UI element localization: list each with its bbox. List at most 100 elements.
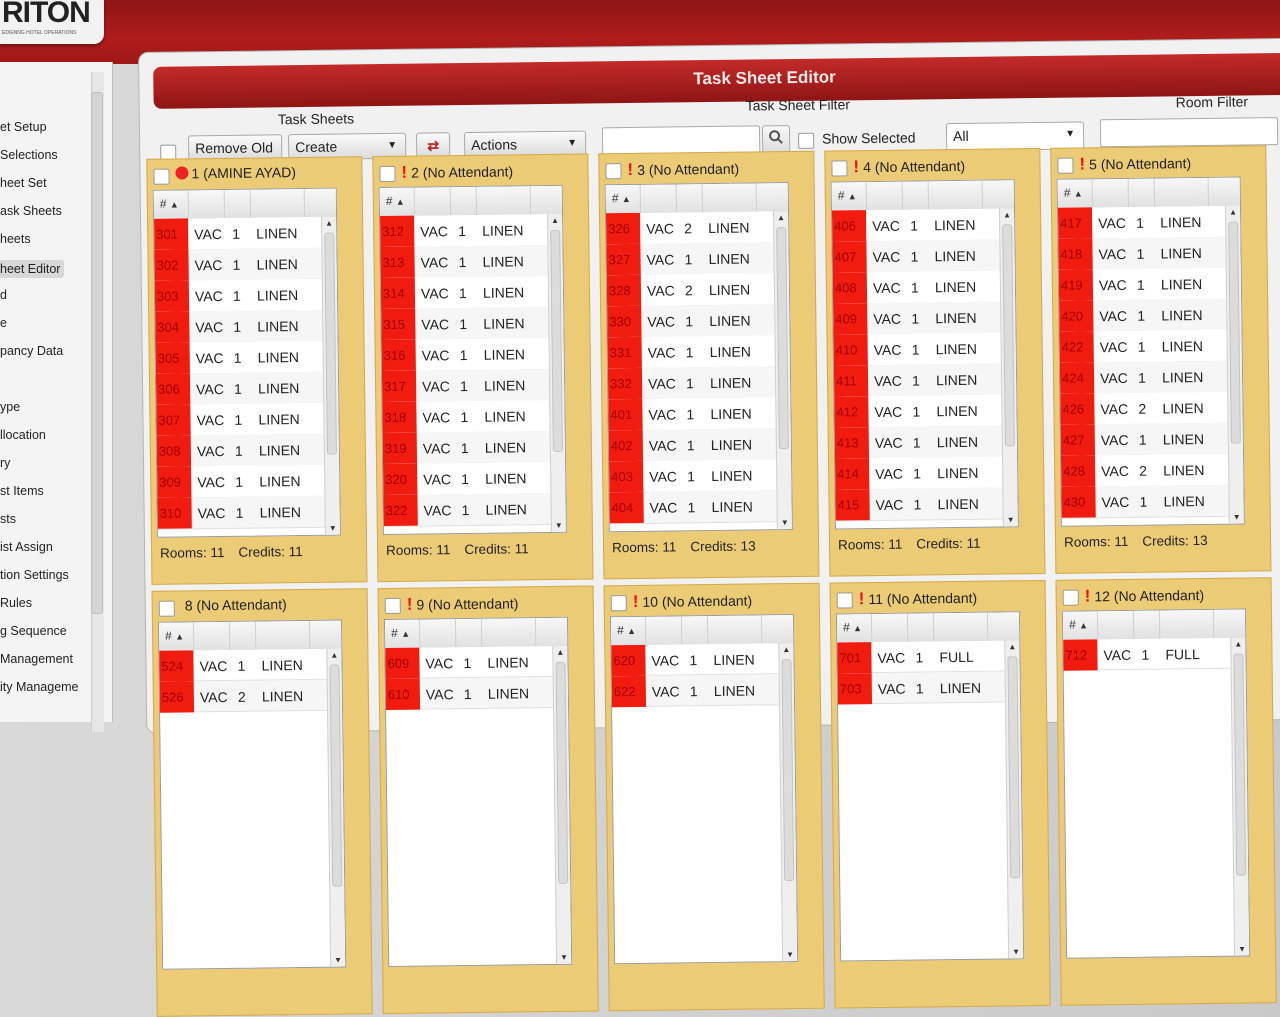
room-row[interactable]: 314 VAC 1 LINEN (380, 275, 550, 311)
grid-scrollbar[interactable]: ▲ ▼ (326, 648, 346, 967)
room-row[interactable]: 331 VAC 1 LINEN (607, 335, 776, 370)
room-row[interactable]: 417 VAC 1 LINEN (1057, 205, 1227, 240)
room-row[interactable]: 307 VAC 1 LINEN (156, 402, 325, 437)
sidebar-item[interactable]: Management (0, 652, 73, 666)
room-row[interactable]: 327 VAC 1 LINEN (606, 242, 775, 277)
grid-scroll-thumb[interactable] (329, 664, 343, 887)
room-row[interactable]: 428 VAC 2 LINEN (1061, 453, 1230, 488)
scroll-down-icon[interactable]: ▼ (781, 518, 789, 527)
sidebar-item[interactable]: Rules (0, 596, 32, 610)
scroll-down-icon[interactable]: ▼ (1012, 947, 1020, 956)
sidebar-scroll-thumb[interactable] (91, 92, 103, 614)
task-sheet-checkbox[interactable] (605, 163, 622, 180)
room-row[interactable]: 412 VAC 1 LINEN (834, 394, 1003, 429)
room-row[interactable]: 524 VAC 1 LINEN (159, 648, 328, 682)
grid-scrollbar[interactable]: ▲ ▼ (778, 643, 798, 962)
room-number-column-header[interactable]: # ▲ (1064, 185, 1083, 200)
grid-scroll-thumb[interactable] (555, 661, 569, 884)
room-number-column-header[interactable]: # ▲ (391, 626, 410, 640)
room-row[interactable]: 332 VAC 1 LINEN (607, 366, 777, 401)
scroll-down-icon[interactable]: ▼ (555, 521, 563, 530)
task-sheet-checkbox[interactable] (610, 595, 627, 612)
sidebar-item[interactable]: g Sequence (0, 624, 67, 638)
scroll-up-icon[interactable]: ▲ (1234, 640, 1242, 649)
room-row[interactable]: 526 VAC 2 LINEN (159, 679, 329, 713)
room-row[interactable]: 309 VAC 1 LINEN (157, 464, 326, 499)
room-row[interactable]: 403 VAC 1 LINEN (609, 459, 778, 494)
grid-scroll-thumb[interactable] (550, 229, 563, 452)
room-row[interactable]: 415 VAC 1 LINEN (835, 487, 1004, 522)
task-sheet-checkbox[interactable] (836, 592, 853, 609)
task-sheet-checkbox[interactable] (153, 168, 170, 185)
room-row[interactable]: 322 VAC 1 LINEN (383, 492, 552, 528)
room-row[interactable]: 414 VAC 1 LINEN (835, 456, 1004, 491)
task-sheet-checkbox[interactable] (1062, 589, 1079, 606)
sidebar-item[interactable]: llocation (0, 428, 46, 442)
search-icon[interactable] (761, 125, 791, 154)
room-row[interactable]: 413 VAC 1 LINEN (834, 425, 1004, 460)
grid-scrollbar[interactable]: ▲ ▼ (772, 211, 792, 530)
sidebar-item[interactable]: e (0, 316, 7, 330)
filter-select[interactable]: All ▼ (945, 121, 1085, 152)
room-row[interactable]: 408 VAC 1 LINEN (832, 270, 1002, 305)
sidebar-item[interactable]: sts (0, 512, 16, 526)
room-row[interactable]: 316 VAC 1 LINEN (381, 337, 550, 373)
room-row[interactable]: 301 VAC 1 LINEN (154, 216, 323, 251)
room-row[interactable]: 326 VAC 2 LINEN (606, 211, 775, 246)
sidebar-item[interactable]: st Items (0, 484, 44, 498)
room-number-column-header[interactable]: # ▲ (160, 197, 179, 211)
room-row[interactable]: 609 VAC 1 LINEN (385, 645, 554, 680)
scroll-down-icon[interactable]: ▼ (560, 953, 568, 962)
room-row[interactable]: 410 VAC 1 LINEN (833, 332, 1002, 367)
sidebar-item[interactable]: pancy Data (0, 344, 63, 358)
room-row[interactable]: 701 VAC 1 FULL (837, 640, 1006, 674)
room-number-column-header[interactable]: # ▲ (617, 623, 636, 637)
room-row[interactable]: 318 VAC 1 LINEN (382, 399, 551, 435)
room-row[interactable]: 313 VAC 1 LINEN (380, 245, 549, 280)
scroll-down-icon[interactable]: ▼ (329, 524, 337, 533)
room-number-column-header[interactable]: # ▲ (165, 628, 184, 643)
grid-scroll-thumb[interactable] (1228, 221, 1241, 444)
room-row[interactable]: 317 VAC 1 LINEN (381, 368, 551, 404)
room-row[interactable]: 330 VAC 1 LINEN (607, 304, 776, 339)
room-row[interactable]: 427 VAC 1 LINEN (1060, 422, 1230, 457)
sidebar-item[interactable]: et Setup (0, 120, 47, 134)
room-number-column-header[interactable]: # ▲ (612, 191, 631, 205)
room-row[interactable]: 418 VAC 1 LINEN (1058, 236, 1227, 271)
sidebar-item[interactable]: ity Manageme (0, 680, 79, 694)
room-row[interactable]: 424 VAC 1 LINEN (1059, 360, 1229, 395)
room-row[interactable]: 420 VAC 1 LINEN (1059, 298, 1228, 333)
room-row[interactable]: 411 VAC 1 LINEN (833, 363, 1003, 398)
scroll-down-icon[interactable]: ▼ (1007, 515, 1015, 524)
scroll-up-icon[interactable]: ▲ (551, 216, 559, 225)
task-sheet-checkbox[interactable] (1057, 157, 1074, 174)
room-row[interactable]: 328 VAC 2 LINEN (606, 273, 776, 308)
sidebar-item[interactable]: heet Editor (0, 260, 65, 278)
sidebar-item[interactable]: tion Settings (0, 568, 69, 582)
task-sheet-checkbox[interactable] (379, 165, 396, 183)
room-number-column-header[interactable]: # ▲ (386, 194, 405, 208)
room-row[interactable]: 712 VAC 1 FULL (1063, 637, 1232, 671)
room-number-column-header[interactable]: # ▲ (838, 188, 857, 202)
room-row[interactable]: 315 VAC 1 LINEN (381, 306, 550, 342)
room-row[interactable]: 419 VAC 1 LINEN (1058, 267, 1228, 302)
scroll-down-icon[interactable]: ▼ (1233, 513, 1241, 522)
grid-scroll-thumb[interactable] (1002, 224, 1015, 447)
room-row[interactable]: 305 VAC 1 LINEN (155, 340, 324, 375)
sidebar-item[interactable]: ype (0, 400, 20, 414)
grid-scroll-thumb[interactable] (324, 232, 337, 455)
room-row[interactable]: 303 VAC 1 LINEN (154, 278, 324, 313)
room-row[interactable]: 610 VAC 1 LINEN (385, 676, 555, 711)
task-sheet-checkbox[interactable] (384, 597, 401, 615)
room-row[interactable]: 312 VAC 1 LINEN (380, 214, 549, 249)
room-number-column-header[interactable]: # ▲ (843, 620, 862, 634)
room-row[interactable]: 622 VAC 1 LINEN (611, 674, 781, 708)
scroll-down-icon[interactable]: ▼ (786, 950, 794, 959)
sidebar-item[interactable]: Selections (0, 148, 58, 162)
sidebar-item[interactable]: heet Set (0, 176, 47, 190)
room-row[interactable]: 310 VAC 1 LINEN (157, 495, 326, 530)
grid-scrollbar[interactable]: ▲ ▼ (547, 213, 566, 532)
room-row[interactable]: 703 VAC 1 LINEN (837, 671, 1007, 705)
grid-scroll-thumb[interactable] (776, 227, 789, 450)
scroll-down-icon[interactable]: ▼ (1238, 945, 1246, 954)
